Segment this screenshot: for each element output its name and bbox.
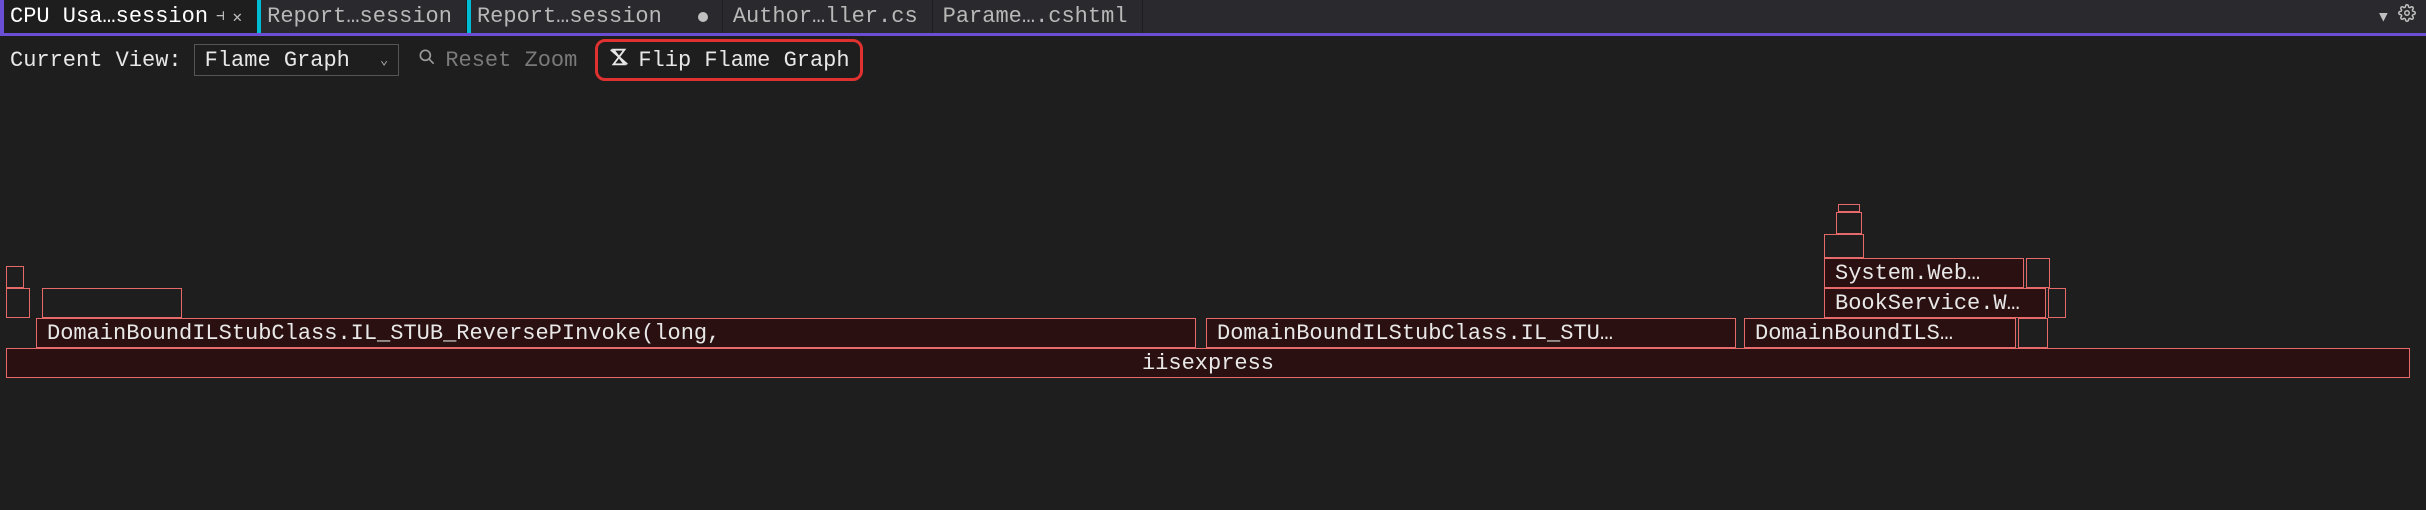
flame-frame-small[interactable] bbox=[1838, 204, 1860, 212]
reset-zoom-label: Reset Zoom bbox=[445, 48, 577, 73]
tab-label: Report…session bbox=[477, 4, 662, 29]
flame-frame-small[interactable] bbox=[2018, 318, 2048, 348]
frame-label: iisexpress bbox=[1142, 351, 1274, 376]
overflow-menu-icon[interactable]: ▾ bbox=[2377, 4, 2390, 30]
frame-label: DomainBoundILStubClass.IL_STUB_ReversePI… bbox=[47, 321, 720, 346]
settings-gear-icon[interactable] bbox=[2398, 4, 2416, 29]
flame-frame[interactable]: DomainBoundILStubClass.IL_STU… bbox=[1206, 318, 1736, 348]
close-icon[interactable]: ✕ bbox=[232, 7, 242, 27]
tab-accent bbox=[0, 0, 4, 33]
tab-report-2[interactable]: Report…session bbox=[467, 0, 723, 33]
flame-frame[interactable]: DomainBoundILS… bbox=[1744, 318, 2016, 348]
frame-label: BookService.W… bbox=[1835, 291, 2020, 316]
tab-bar: CPU Usa…session ⊣ ✕ Report…session Repor… bbox=[0, 0, 2426, 36]
magnifier-icon bbox=[417, 47, 437, 74]
frame-label: System.Web… bbox=[1835, 261, 1980, 286]
frame-label: DomainBoundILS… bbox=[1755, 321, 1953, 346]
dirty-dot-icon bbox=[698, 12, 708, 22]
view-dropdown-value: Flame Graph bbox=[205, 48, 350, 73]
toolbar: Current View: Flame Graph ⌄ Reset Zoom F… bbox=[0, 36, 2426, 84]
tab-bar-actions: ▾ bbox=[2367, 0, 2426, 33]
flip-flame-label: Flip Flame Graph bbox=[638, 48, 849, 73]
flame-frame-small[interactable] bbox=[6, 288, 30, 318]
flame-frame-small[interactable] bbox=[2048, 288, 2066, 318]
tab-author-controller[interactable]: Author…ller.cs bbox=[723, 0, 933, 33]
chevron-down-icon: ⌄ bbox=[380, 52, 388, 69]
flame-graph[interactable]: iisexpress DomainBoundILStubClass.IL_STU… bbox=[6, 84, 2420, 378]
flame-frame-small[interactable] bbox=[2026, 258, 2050, 288]
current-view-label: Current View: bbox=[10, 48, 182, 73]
tab-parame-cshtml[interactable]: Parame….cshtml bbox=[933, 0, 1143, 33]
tab-accent bbox=[257, 0, 261, 33]
tab-label: Parame….cshtml bbox=[943, 4, 1128, 29]
tab-label: Report…session bbox=[267, 4, 452, 29]
flip-flame-button[interactable]: Flip Flame Graph bbox=[595, 39, 862, 81]
tab-accent bbox=[933, 0, 937, 33]
flame-frame-small[interactable] bbox=[1824, 234, 1864, 258]
tab-label: Author…ller.cs bbox=[733, 4, 918, 29]
tab-label: CPU Usa…session bbox=[10, 4, 208, 29]
tab-accent bbox=[723, 0, 727, 33]
pin-icon[interactable]: ⊣ bbox=[216, 8, 224, 25]
flame-frame[interactable]: DomainBoundILStubClass.IL_STUB_ReversePI… bbox=[36, 318, 1196, 348]
tab-cpu-usage[interactable]: CPU Usa…session ⊣ ✕ bbox=[0, 0, 257, 33]
flame-frame-root[interactable]: iisexpress bbox=[6, 348, 2410, 378]
flame-frame-small[interactable] bbox=[6, 266, 24, 288]
tab-report-1[interactable]: Report…session bbox=[257, 0, 467, 33]
flame-frame-small[interactable] bbox=[1836, 212, 1862, 234]
reset-zoom-button[interactable]: Reset Zoom bbox=[411, 45, 583, 76]
flame-frame[interactable]: System.Web… bbox=[1824, 258, 2024, 288]
flame-frame-small[interactable] bbox=[42, 288, 182, 318]
frame-label: DomainBoundILStubClass.IL_STU… bbox=[1217, 321, 1613, 346]
flame-frame[interactable]: BookService.W… bbox=[1824, 288, 2046, 318]
view-dropdown[interactable]: Flame Graph ⌄ bbox=[194, 44, 400, 76]
tab-accent bbox=[467, 0, 471, 33]
flip-icon bbox=[608, 46, 630, 75]
